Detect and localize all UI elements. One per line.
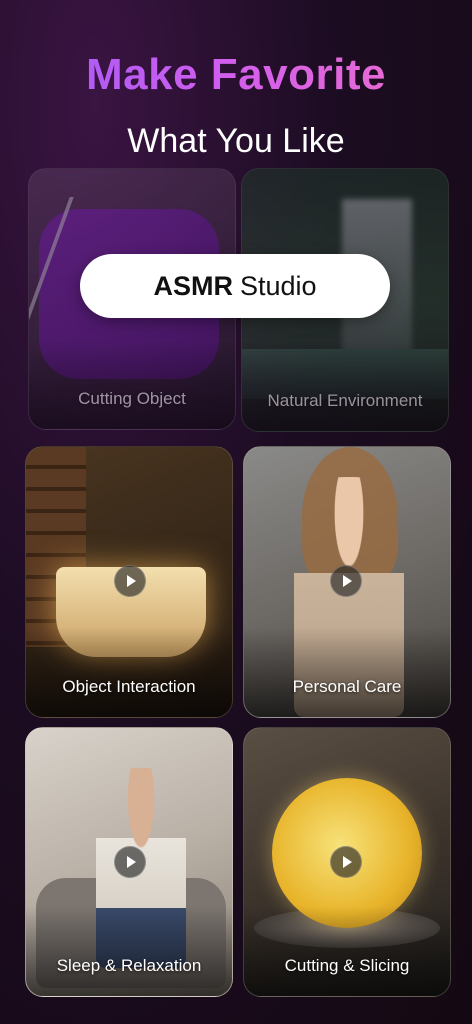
card-shade [242,341,448,431]
badge-bold-text: ASMR [153,270,233,301]
subheadline: What You Like [127,122,345,160]
category-card-object-interaction[interactable]: Object Interaction [25,446,233,718]
badge-regular-text: Studio [239,270,317,301]
card-shade [244,627,450,717]
play-icon[interactable] [114,846,146,878]
asmr-studio-badge: ASMR Studio [80,254,390,318]
card-shade [26,906,232,996]
card-shade [29,339,235,429]
card-shade [26,627,232,717]
play-icon[interactable] [114,565,146,597]
category-card-sleep-relaxation[interactable]: Sleep & Relaxation [25,727,233,997]
card-label: Cutting Object [78,389,186,408]
category-card-cutting-slicing[interactable]: Cutting & Slicing [243,727,451,997]
card-label: Object Interaction [62,677,196,696]
category-card-personal-care[interactable]: Personal Care [243,446,451,718]
card-shade [244,906,450,996]
card-label: Natural Environment [267,391,423,410]
card-label: Personal Care [292,677,402,696]
headline: Make Favorite [0,50,472,100]
card-label: Sleep & Relaxation [56,956,202,975]
play-icon[interactable] [330,565,362,597]
play-icon[interactable] [330,846,362,878]
card-label: Cutting & Slicing [284,956,410,975]
